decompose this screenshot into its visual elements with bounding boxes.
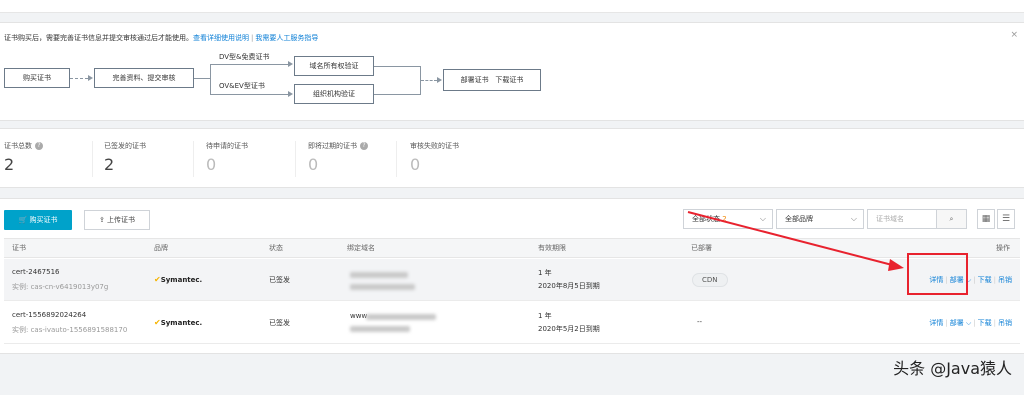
watermark: 头条 @Java猿人: [893, 359, 1012, 378]
annotation-overlay: [687, 211, 904, 271]
annotation-arrow-line: [687, 211, 897, 267]
annotation-arrow-head: [888, 259, 904, 271]
annotation-highlight-box: [907, 253, 968, 295]
